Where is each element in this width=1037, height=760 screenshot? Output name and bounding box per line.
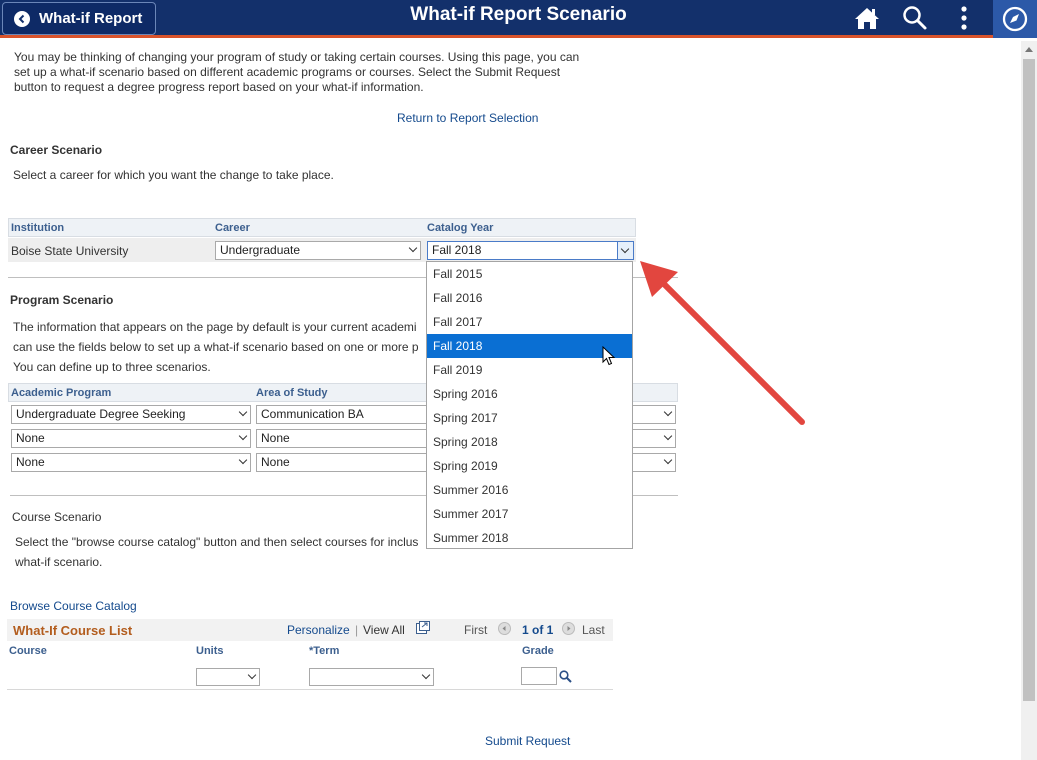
career-instruction: Select a career for which you want the c…	[13, 168, 334, 182]
dropdown-option[interactable]: Fall 2017	[427, 310, 632, 334]
dropdown-option[interactable]: Fall 2016	[427, 286, 632, 310]
program-text-line: The information that appears on the page…	[13, 320, 417, 334]
column-header-course: Course	[9, 645, 47, 657]
chevron-left-icon	[14, 10, 30, 27]
term-select[interactable]	[309, 668, 434, 686]
career-table-header: Institution Career Catalog Year	[8, 218, 636, 237]
chevron-down-icon	[620, 244, 630, 254]
program-text-line: You can define up to three scenarios.	[13, 360, 211, 374]
grade-input[interactable]	[521, 667, 557, 685]
table-row	[7, 663, 613, 690]
course-text-line: Select the "browse course catalog" butto…	[15, 535, 419, 549]
last-label: Last	[582, 623, 605, 637]
dropdown-option[interactable]: Spring 2018	[427, 430, 632, 454]
column-header-term: *Term	[309, 645, 340, 657]
catalog-year-select[interactable]: Fall 2018	[427, 241, 634, 260]
dropdown-option[interactable]: Fall 2015	[427, 262, 632, 286]
annotation-arrow-icon	[640, 261, 805, 425]
dropdown-option[interactable]: Summer 2016	[427, 478, 632, 502]
chevron-down-icon	[247, 670, 257, 680]
course-list-columns: Course Units *Term Grade	[7, 642, 613, 661]
career-scenario-heading: Career Scenario	[10, 143, 103, 157]
first-label: First	[464, 623, 488, 637]
dropdown-option[interactable]: Summer 2018	[427, 526, 632, 550]
column-header-area-of-study: Area of Study	[256, 387, 328, 399]
back-button-label: What-if Report	[39, 10, 143, 27]
browse-course-catalog-link[interactable]: Browse Course Catalog	[10, 599, 137, 614]
academic-program-value: Undergraduate Degree Seeking	[16, 407, 186, 421]
catalog-year-dropdown-list: Fall 2015 Fall 2016 Fall 2017 Fall 2018 …	[426, 261, 633, 549]
academic-program-select[interactable]: Undergraduate Degree Seeking	[11, 405, 251, 424]
scrollbar-thumb[interactable]	[1023, 59, 1035, 701]
vertical-scrollbar[interactable]	[1021, 41, 1037, 760]
intro-text-line: You may be thinking of changing your pro…	[14, 50, 580, 64]
institution-value: Boise State University	[11, 244, 129, 258]
program-text-line: can use the fields below to set up a wha…	[13, 340, 419, 354]
chevron-down-icon	[238, 407, 248, 417]
more-icon[interactable]	[949, 4, 979, 32]
course-scenario-heading: Course Scenario	[12, 510, 102, 524]
separator: |	[355, 623, 359, 637]
personalize-link[interactable]: Personalize	[287, 623, 350, 638]
compass-icon[interactable]	[993, 0, 1037, 38]
scroll-up-icon[interactable]	[1025, 47, 1033, 52]
intro-text-line: set up a what-if scenario based on diffe…	[14, 65, 561, 79]
view-all-link[interactable]: View All	[363, 623, 405, 638]
chevron-down-icon	[238, 455, 248, 465]
page-range: 1 of 1	[522, 623, 554, 637]
course-list-title: What-If Course List	[13, 623, 133, 638]
previous-page-icon[interactable]	[498, 622, 511, 635]
catalog-year-select-value: Fall 2018	[432, 243, 482, 257]
column-header-units: Units	[196, 645, 224, 657]
area-of-study-value: None	[261, 455, 290, 469]
back-button[interactable]: What-if Report	[2, 2, 156, 35]
course-text-line: what-if scenario.	[15, 555, 103, 569]
column-header-grade: Grade	[522, 645, 554, 657]
submit-request-link[interactable]: Submit Request	[485, 734, 570, 749]
chevron-down-icon	[238, 431, 248, 441]
course-list-header: What-If Course List Personalize | View A…	[7, 619, 613, 641]
career-select-value: Undergraduate	[220, 243, 301, 257]
column-header-academic-program: Academic Program	[11, 387, 112, 399]
header-bar: What-if Report What-if Report Scenario	[0, 0, 1037, 38]
chevron-down-icon	[421, 670, 431, 680]
search-icon[interactable]	[559, 670, 572, 686]
area-of-study-value: Communication BA	[261, 407, 364, 421]
intro-text-line: button to request a degree progress repo…	[14, 80, 424, 94]
career-select[interactable]: Undergraduate	[215, 241, 421, 260]
dropdown-option[interactable]: Spring 2016	[427, 382, 632, 406]
academic-program-value: None	[16, 455, 45, 469]
next-page-icon[interactable]	[562, 622, 575, 635]
column-header-institution: Institution	[11, 222, 65, 234]
column-header-career: Career	[215, 222, 250, 234]
chevron-down-icon	[663, 431, 673, 441]
chevron-down-icon	[663, 455, 673, 465]
dropdown-option[interactable]: Summer 2017	[427, 502, 632, 526]
dropdown-option[interactable]: Spring 2017	[427, 406, 632, 430]
return-to-report-selection-link[interactable]: Return to Report Selection	[397, 111, 538, 126]
dropdown-option[interactable]: Spring 2019	[427, 454, 632, 478]
mouse-cursor-icon	[602, 346, 616, 366]
zoom-grid-icon[interactable]	[416, 621, 430, 637]
program-scenario-heading: Program Scenario	[10, 293, 114, 307]
search-icon[interactable]	[900, 4, 930, 32]
chevron-down-icon	[408, 243, 418, 253]
academic-program-select[interactable]: None	[11, 429, 251, 448]
column-header-catalog-year: Catalog Year	[427, 222, 494, 234]
academic-program-value: None	[16, 431, 45, 445]
home-icon[interactable]	[852, 4, 882, 32]
units-select[interactable]	[196, 668, 260, 686]
area-of-study-value: None	[261, 431, 290, 445]
academic-program-select[interactable]: None	[11, 453, 251, 472]
